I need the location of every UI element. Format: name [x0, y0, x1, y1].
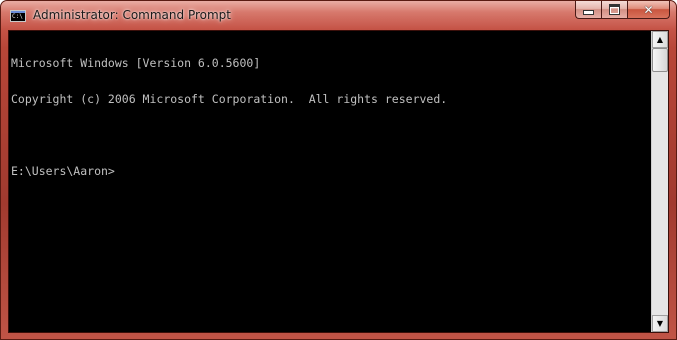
close-icon: ✕: [643, 2, 654, 17]
scroll-up-button[interactable]: ▲: [652, 31, 668, 48]
minimize-button[interactable]: [575, 1, 601, 19]
scrollbar-thumb[interactable]: [652, 48, 668, 72]
console-line: Copyright (c) 2006 Microsoft Corporation…: [11, 92, 448, 106]
cmd-icon[interactable]: C:\: [10, 10, 26, 22]
title-bar[interactable]: C:\ Administrator: Command Prompt ✕: [1, 1, 676, 29]
command-prompt-window: C:\ Administrator: Command Prompt ✕ Micr…: [0, 0, 677, 340]
scroll-down-arrow-icon: ▼: [656, 319, 664, 328]
minimize-icon: [583, 10, 594, 15]
cmd-icon-text: C:\: [12, 13, 23, 20]
scroll-down-button[interactable]: ▼: [652, 315, 668, 332]
window-title: Administrator: Command Prompt: [33, 8, 231, 22]
caption-buttons: ✕: [575, 1, 670, 20]
maximize-button[interactable]: [601, 1, 627, 19]
close-button[interactable]: ✕: [627, 1, 670, 19]
console-client-area: Microsoft Windows [Version 6.0.5600] Cop…: [8, 30, 669, 333]
console-output[interactable]: Microsoft Windows [Version 6.0.5600] Cop…: [10, 32, 652, 332]
maximize-icon: [609, 4, 620, 15]
vertical-scrollbar[interactable]: ▲ ▼: [651, 31, 668, 332]
console-line: Microsoft Windows [Version 6.0.5600]: [11, 56, 261, 70]
scroll-up-arrow-icon: ▲: [656, 35, 664, 44]
command-prompt-line[interactable]: E:\Users\Aaron>: [11, 165, 652, 177]
